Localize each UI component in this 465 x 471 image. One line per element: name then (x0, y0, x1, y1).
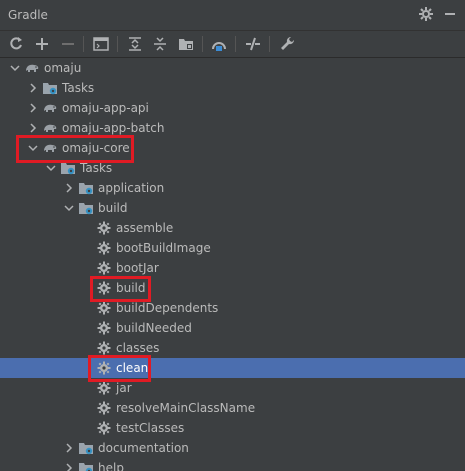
gradle-project-tree[interactable]: omaju Tasks omaju-app-api omaju-app-batch om… (0, 58, 465, 471)
gear-icon (96, 340, 112, 356)
folder-gear-icon (78, 200, 94, 216)
tree-row[interactable]: omaju-core (0, 138, 465, 158)
expand-all-icon[interactable] (125, 34, 145, 54)
tree-item-label: omaju (44, 61, 82, 75)
tree-row[interactable]: Tasks (0, 158, 465, 178)
tree-item-label: omaju-core (62, 141, 130, 155)
chevron-right-icon[interactable] (64, 182, 74, 194)
elephant-icon (42, 140, 58, 156)
analyze-dependencies-icon[interactable] (209, 34, 229, 54)
tree-row[interactable]: omaju-app-batch (0, 118, 465, 138)
tree-item-label: help (98, 461, 124, 471)
gear-icon (96, 360, 112, 376)
tree-row[interactable]: buildDependents (0, 298, 465, 318)
tree-row[interactable]: bootBuildImage (0, 238, 465, 258)
tree-item-label: clean (116, 361, 149, 375)
toolbar-separator (269, 36, 270, 52)
chevron-right-icon[interactable] (64, 462, 74, 471)
tree-row[interactable]: documentation (0, 438, 465, 458)
tree-item-label: application (98, 181, 165, 195)
toggle-offline-icon[interactable] (243, 34, 263, 54)
elephant-icon (42, 120, 58, 136)
tree-item-label: Tasks (62, 81, 95, 95)
toolbar-separator (117, 36, 118, 52)
run-task-icon[interactable] (91, 34, 111, 54)
tree-item-label: bootJar (116, 261, 159, 275)
tree-item-label: documentation (98, 441, 189, 455)
tree-item-label: buildNeeded (116, 321, 192, 335)
tool-window-header: Gradle (0, 0, 465, 31)
tree-item-label: testClasses (116, 421, 185, 435)
gear-icon (96, 400, 112, 416)
tree-row[interactable]: classes (0, 338, 465, 358)
elephant-icon (42, 100, 58, 116)
tree-item-label: bootBuildImage (116, 241, 211, 255)
group-tasks-icon[interactable] (176, 34, 196, 54)
tree-row[interactable]: testClasses (0, 418, 465, 438)
chevron-down-icon[interactable] (46, 162, 56, 174)
tree-row[interactable]: build (0, 278, 465, 298)
tree-row[interactable]: jar (0, 378, 465, 398)
tree-item-label: buildDependents (116, 301, 219, 315)
tree-row[interactable]: application (0, 178, 465, 198)
minimize-icon[interactable] (442, 6, 458, 22)
remove-icon[interactable] (58, 34, 78, 54)
gear-icon (96, 260, 112, 276)
chevron-down-icon[interactable] (10, 62, 20, 74)
tree-item-label: omaju-app-api (62, 101, 149, 115)
tree-row[interactable]: buildNeeded (0, 318, 465, 338)
add-icon[interactable] (32, 34, 52, 54)
folder-gear-icon (42, 80, 58, 96)
chevron-down-icon[interactable] (64, 202, 74, 214)
gradle-toolbar (0, 31, 465, 58)
tree-row[interactable]: omaju-app-api (0, 98, 465, 118)
tree-row[interactable]: help (0, 458, 465, 471)
tool-window-title: Gradle (8, 8, 48, 22)
build-settings-icon[interactable] (277, 34, 297, 54)
gear-icon (96, 380, 112, 396)
toolbar-separator (202, 36, 203, 52)
chevron-down-icon[interactable] (28, 142, 38, 154)
tree-row[interactable]: Tasks (0, 78, 465, 98)
folder-gear-icon (78, 180, 94, 196)
gear-icon (96, 300, 112, 316)
tree-item-label: build (98, 201, 128, 215)
chevron-right-icon[interactable] (28, 102, 38, 114)
tree-item-label: omaju-app-batch (62, 121, 165, 135)
gear-icon (96, 420, 112, 436)
toolbar-separator (235, 36, 236, 52)
tree-item-label: assemble (116, 221, 174, 235)
tree-row[interactable]: assemble (0, 218, 465, 238)
collapse-all-icon[interactable] (150, 34, 170, 54)
gear-icon (96, 240, 112, 256)
tree-item-label: jar (116, 381, 132, 395)
tree-item-label: resolveMainClassName (116, 401, 256, 415)
tree-row[interactable]: bootJar (0, 258, 465, 278)
tree-row[interactable]: clean (0, 358, 465, 378)
tree-item-label: classes (116, 341, 160, 355)
gear-icon (96, 220, 112, 236)
chevron-right-icon[interactable] (28, 122, 38, 134)
tree-row[interactable]: build (0, 198, 465, 218)
tree-row[interactable]: omaju (0, 58, 465, 78)
elephant-icon (24, 60, 40, 76)
chevron-right-icon[interactable] (28, 82, 38, 94)
folder-gear-icon (60, 160, 76, 176)
gear-icon[interactable] (418, 6, 434, 22)
tree-row[interactable]: resolveMainClassName (0, 398, 465, 418)
refresh-icon[interactable] (6, 34, 26, 54)
tree-item-label: build (116, 281, 146, 295)
toolbar-separator (83, 36, 84, 52)
folder-gear-icon (78, 460, 94, 471)
gear-icon (96, 320, 112, 336)
chevron-right-icon[interactable] (64, 442, 74, 454)
folder-gear-icon (78, 440, 94, 456)
gear-icon (96, 280, 112, 296)
tree-item-label: Tasks (80, 161, 113, 175)
